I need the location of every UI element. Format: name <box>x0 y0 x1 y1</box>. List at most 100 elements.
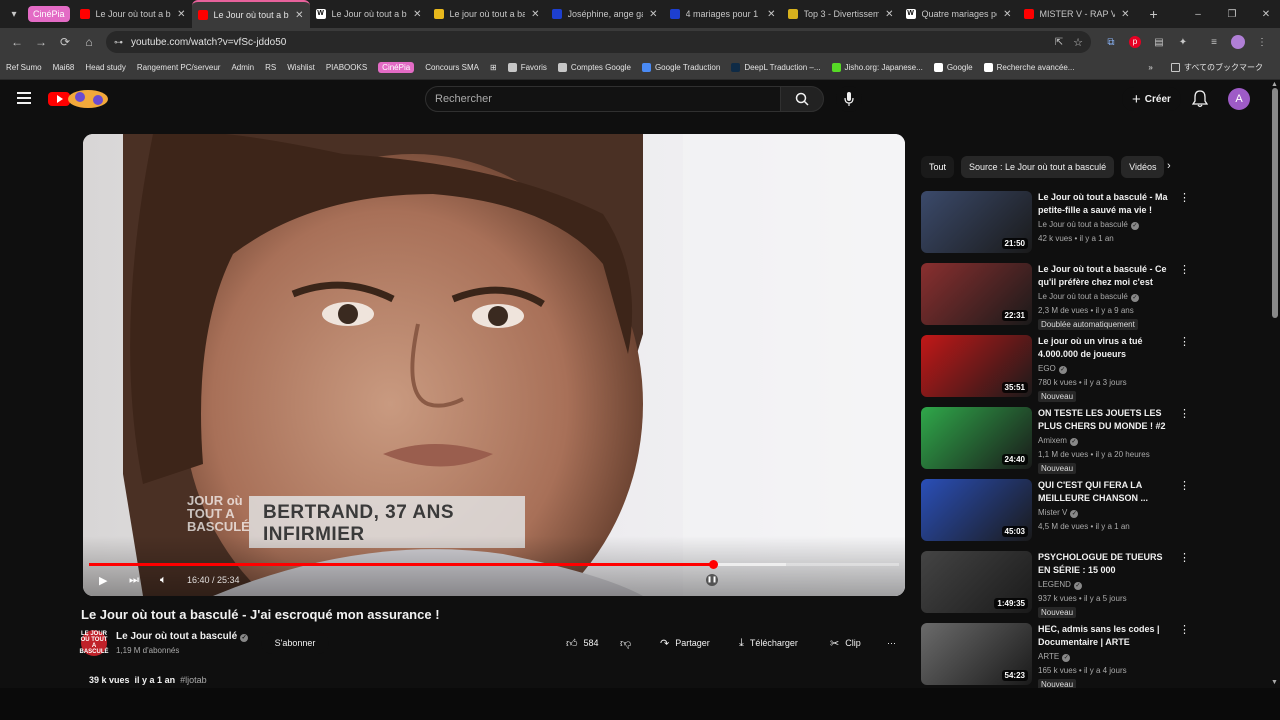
recommended-channel[interactable]: Le Jour où tout a basculé ✓ <box>1038 220 1139 230</box>
browser-menu-icon[interactable]: ⋮ <box>1253 33 1271 51</box>
video-player[interactable]: JOUR où TOUT A BASCULÉ BERTRAND, 37 ANS … <box>83 134 905 596</box>
recommended-channel[interactable]: EGO ✓ <box>1038 364 1067 374</box>
play-button[interactable]: ▶ <box>99 574 107 587</box>
video-thumbnail[interactable]: 35:51 <box>921 335 1032 397</box>
create-button[interactable]: + Créer <box>1122 87 1181 111</box>
page-scrollbar[interactable] <box>1272 88 1278 318</box>
video-thumbnail[interactable]: 1:49:35 <box>921 551 1032 613</box>
tab-group-label[interactable]: CinéPia <box>28 6 70 22</box>
forward-icon[interactable]: → <box>30 31 52 53</box>
bookmark-item[interactable]: Mai68 <box>53 63 75 72</box>
recommended-video[interactable]: 45:03 QUI C'EST QUI FERA LA MEILLEURE CHA… <box>921 479 1190 551</box>
pinterest-extension-icon[interactable]: p <box>1126 33 1144 51</box>
browser-tab[interactable]: Top 3 - Divertissem ✕ <box>782 0 900 28</box>
search-input[interactable]: Rechercher <box>425 86 781 112</box>
hamburger-menu-icon[interactable] <box>17 92 31 104</box>
voice-search-button[interactable] <box>836 86 862 112</box>
video-thumbnail[interactable]: 21:50 <box>921 191 1032 253</box>
browser-tab[interactable]: 4 mariages pour 1 l ✕ <box>664 0 782 28</box>
recommended-video[interactable]: 22:31 Le Jour où tout a basculé - Ce qu'i… <box>921 263 1190 335</box>
bookmark-item[interactable]: Jisho.org: Japanese... <box>831 63 923 72</box>
clip-button[interactable]: ✂ Clip <box>830 632 861 654</box>
address-bar[interactable]: ⊶ youtube.com/watch?v=vfSc-jddo50 ⇱ ☆ <box>106 31 1091 53</box>
recommended-channel[interactable]: LEGEND ✓ <box>1038 580 1082 590</box>
tab-close-icon[interactable]: ✕ <box>649 9 657 20</box>
reload-icon[interactable]: ⟳ <box>54 31 76 53</box>
more-options-icon[interactable]: ⋮ <box>1179 623 1190 636</box>
bookmark-item[interactable]: RS <box>265 63 276 72</box>
search-button[interactable] <box>780 86 824 112</box>
more-options-icon[interactable]: ⋮ <box>1179 479 1190 492</box>
bookmark-item[interactable]: Concours SMA <box>425 63 479 72</box>
bookmark-item[interactable]: Recherche avancée... <box>983 63 1074 72</box>
recommended-video[interactable]: 21:50 Le Jour où tout a basculé - Ma peti… <box>921 191 1190 263</box>
close-window-icon[interactable]: ✕ <box>1256 4 1276 24</box>
bookmark-item[interactable]: CinéPia <box>378 62 415 73</box>
bookmark-item[interactable]: Google <box>933 63 973 72</box>
browser-tab[interactable]: MISTER V - RAP VS ✕ <box>1018 0 1136 28</box>
translate-extension-icon[interactable]: ⧉ <box>1102 33 1120 51</box>
tab-close-icon[interactable]: ✕ <box>1003 9 1011 20</box>
tab-close-icon[interactable]: ✕ <box>531 9 539 20</box>
more-options-icon[interactable]: ⋮ <box>1179 263 1190 276</box>
chips-next-icon[interactable]: › <box>1167 160 1171 172</box>
youtube-logo[interactable] <box>48 89 112 109</box>
share-button[interactable]: ↷ Partager <box>660 632 710 654</box>
video-thumbnail[interactable]: 22:31 <box>921 263 1032 325</box>
recommended-video[interactable]: 35:51 Le jour où un virus a tué 4.000.000… <box>921 335 1190 407</box>
browser-tab[interactable]: Le Jour où tout a ba ✕ <box>191 0 310 28</box>
recommended-title[interactable]: PSYCHOLOGUE DE TUEURS EN SÉRIE : 15 000 … <box>1038 551 1174 577</box>
recommended-title[interactable]: HEC, admis sans les codes | Documentaire… <box>1038 623 1174 649</box>
tab-search-icon[interactable]: ▾ <box>4 4 24 24</box>
bookmark-item[interactable]: Google Traduction <box>641 63 720 72</box>
bookmark-item[interactable]: Rangement PC/serveur <box>137 63 221 72</box>
hashtag-link[interactable]: #ljotab <box>180 675 207 685</box>
channel-name[interactable]: Le Jour où tout a basculé ✓ <box>116 631 249 642</box>
dislike-button[interactable]: 👎︎ <box>620 632 637 654</box>
recommended-title[interactable]: ON TESTE LES JOUETS LES PLUS CHERS DU MO… <box>1038 407 1174 433</box>
tab-close-icon[interactable]: ✕ <box>177 9 185 20</box>
scrubber-handle[interactable] <box>708 560 718 569</box>
bookmark-item[interactable]: Favoris <box>507 63 547 72</box>
filter-chip[interactable]: Vidéos <box>1121 156 1165 178</box>
back-icon[interactable]: ← <box>6 31 28 53</box>
home-icon[interactable]: ⌂ <box>78 31 100 53</box>
browser-tab[interactable]: Le Jour où tout a ba ✕ <box>74 0 192 28</box>
more-options-icon[interactable]: ⋮ <box>1179 407 1190 420</box>
subscribe-button[interactable]: S'abonner <box>261 632 329 654</box>
all-bookmarks-folder[interactable]: すべてのブックマーク <box>1170 62 1263 73</box>
clipboard-extension-icon[interactable]: ▤ <box>1150 33 1168 51</box>
recommended-channel[interactable]: Le Jour où tout a basculé ✓ <box>1038 292 1139 302</box>
bookmark-item[interactable]: Admin <box>231 63 254 72</box>
progress-bar[interactable] <box>89 560 899 569</box>
video-thumbnail[interactable]: 45:03 <box>921 479 1032 541</box>
recommended-video[interactable]: 24:40 ON TESTE LES JOUETS LES PLUS CHERS … <box>921 407 1190 479</box>
recommended-title[interactable]: Le jour où un virus a tué 4.000.000 de j… <box>1038 335 1174 361</box>
download-button[interactable]: ⤓ Télécharger <box>739 632 798 654</box>
pause-indicator-icon[interactable]: ❚❚ <box>706 574 718 586</box>
tab-close-icon[interactable]: ✕ <box>413 9 421 20</box>
filter-chip[interactable]: Source : Le Jour où tout a basculé <box>961 156 1115 178</box>
notifications-bell-icon[interactable] <box>1191 90 1209 113</box>
recommended-channel[interactable]: Mister V ✓ <box>1038 508 1079 518</box>
browser-tab[interactable]: Joséphine, ange ga ✕ <box>546 0 664 28</box>
more-options-icon[interactable]: ⋮ <box>1179 335 1190 348</box>
site-info-icon[interactable]: ⊶ <box>114 37 123 48</box>
browser-tab[interactable]: W Quatre mariages po ✕ <box>900 0 1018 28</box>
bookmarks-overflow-icon[interactable]: » <box>1148 63 1152 72</box>
video-thumbnail[interactable]: 24:40 <box>921 407 1032 469</box>
recommended-title[interactable]: Le Jour où tout a basculé - Ce qu'il pré… <box>1038 263 1174 289</box>
browser-tab[interactable]: W Le Jour où tout a ba ✕ <box>310 0 428 28</box>
bookmark-item[interactable]: PIABOOKS <box>326 63 367 72</box>
like-button[interactable]: 👍︎ 584 <box>566 632 599 654</box>
maximize-icon[interactable]: ❐ <box>1222 4 1242 24</box>
recommended-title[interactable]: QUI C'EST QUI FERA LA MEILLEURE CHANSON … <box>1038 479 1174 505</box>
recommended-title[interactable]: Le Jour où tout a basculé - Ma petite-fi… <box>1038 191 1174 217</box>
recommended-channel[interactable]: Amixem ✓ <box>1038 436 1078 446</box>
more-options-icon[interactable]: ⋮ <box>1179 551 1190 564</box>
scroll-down-icon[interactable]: ▼ <box>1271 679 1278 686</box>
reading-list-icon[interactable]: ≡ <box>1205 33 1223 51</box>
bookmark-item[interactable]: Head study <box>85 63 125 72</box>
new-tab-icon[interactable]: + <box>1144 4 1164 24</box>
video-thumbnail[interactable]: 54:23 <box>921 623 1032 685</box>
